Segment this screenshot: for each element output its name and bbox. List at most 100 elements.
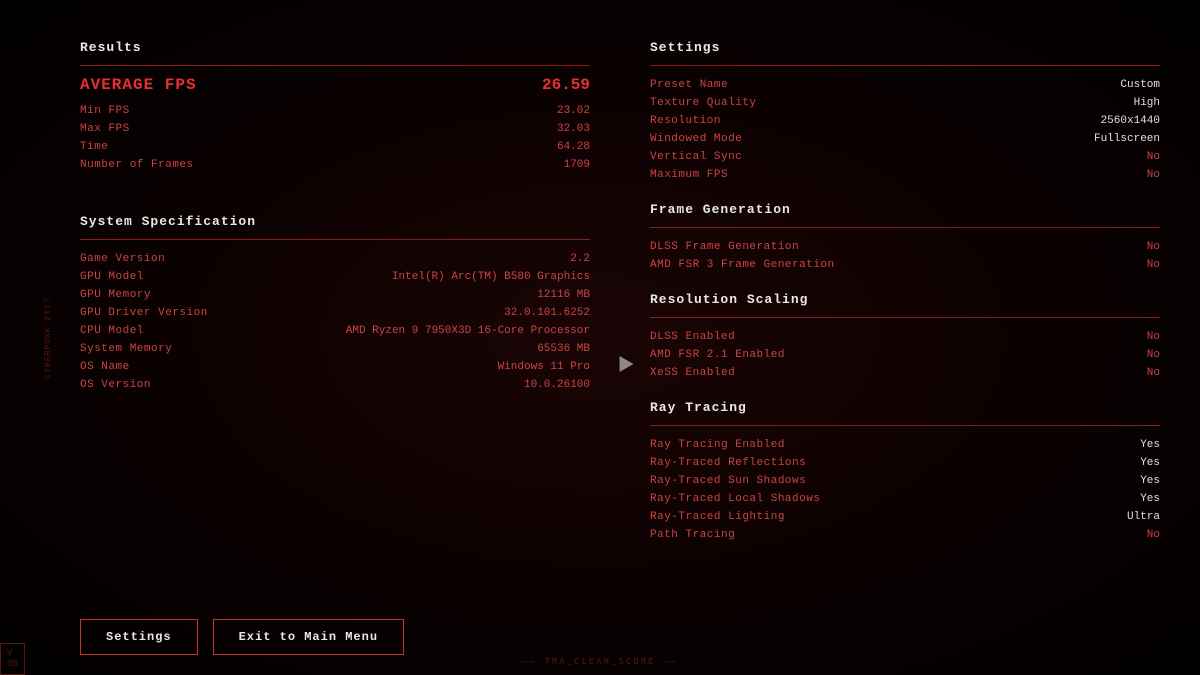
settings-label: Ray Tracing Enabled — [650, 439, 785, 451]
settings-label: Windowed Mode — [650, 133, 742, 145]
exit-button[interactable]: Exit to Main Menu — [213, 619, 404, 655]
settings-value: No — [1147, 241, 1160, 253]
settings-row: Preset Name Custom — [650, 76, 1160, 94]
spec-label: GPU Model — [80, 271, 144, 283]
spec-row: Game Version 2.2 — [80, 250, 590, 268]
spec-label: CPU Model — [80, 325, 144, 337]
settings-value: 2560x1440 — [1101, 115, 1160, 127]
frame-gen-container: DLSS Frame GenerationNoAMD FSR 3 Frame G… — [650, 238, 1160, 274]
spec-value: Intel(R) Arc(TM) B580 Graphics — [392, 271, 590, 283]
settings-value: Ultra — [1127, 511, 1160, 523]
spec-value: 10.0.26100 — [524, 379, 590, 391]
settings-label: AMD FSR 2.1 Enabled — [650, 349, 785, 361]
res-scaling-group: Resolution Scaling DLSS EnabledNoAMD FSR… — [650, 282, 1160, 382]
main-container: Results Average FPS 26.59 Min FPS23.02Ma… — [0, 0, 1200, 675]
settings-value: No — [1147, 331, 1160, 343]
settings-label: Vertical Sync — [650, 151, 742, 163]
stat-label: Time — [80, 141, 108, 153]
stat-row: Min FPS23.02 — [80, 102, 590, 120]
settings-label: Texture Quality — [650, 97, 757, 109]
spec-label: OS Name — [80, 361, 130, 373]
ray-tracing-group: Ray Tracing Ray Tracing EnabledYesRay-Tr… — [650, 390, 1160, 544]
results-section: Results Average FPS 26.59 Min FPS23.02Ma… — [80, 30, 590, 174]
settings-label: DLSS Enabled — [650, 331, 735, 343]
ray-tracing-container: Ray Tracing EnabledYesRay-Traced Reflect… — [650, 436, 1160, 544]
settings-value: No — [1147, 367, 1160, 379]
frame-gen-row: AMD FSR 3 Frame GenerationNo — [650, 256, 1160, 274]
spec-value: 12116 MB — [537, 289, 590, 301]
average-fps-value: 26.59 — [542, 76, 590, 94]
settings-row: Maximum FPS No — [650, 166, 1160, 184]
ray-tracing-row: Path TracingNo — [650, 526, 1160, 544]
settings-value: No — [1147, 169, 1160, 181]
spec-label: GPU Driver Version — [80, 307, 208, 319]
spec-label: System Memory — [80, 343, 172, 355]
settings-value: Yes — [1140, 457, 1160, 469]
settings-row: Vertical Sync No — [650, 148, 1160, 166]
settings-label: XeSS Enabled — [650, 367, 735, 379]
stat-row: Max FPS 32.03 — [80, 120, 590, 138]
settings-button[interactable]: Settings — [80, 619, 198, 655]
settings-row: Windowed ModeFullscreen — [650, 130, 1160, 148]
settings-value: No — [1147, 151, 1160, 163]
spec-row: CPU Model AMD Ryzen 9 7950X3D 16-Core Pro… — [80, 322, 590, 340]
settings-container: Preset Name Custom Texture Quality High Reso… — [650, 76, 1160, 184]
settings-main-group: Settings Preset NameCustomTexture Qualit… — [650, 30, 1160, 184]
stats-container: Min FPS23.02 Max FPS 32.03 Time 64.28 Number … — [80, 102, 590, 174]
average-fps-label: Average FPS — [80, 76, 197, 94]
stat-value: 64.28 — [557, 141, 590, 153]
settings-label: Ray-Traced Sun Shadows — [650, 475, 806, 487]
spec-row: GPU Driver Version 32.0.101.6252 — [80, 304, 590, 322]
spec-value: Windows 11 Pro — [498, 361, 590, 373]
spec-label: OS Version — [80, 379, 151, 391]
right-panel: Settings Preset NameCustomTexture Qualit… — [650, 30, 1160, 655]
settings-label: Maximum FPS — [650, 169, 728, 181]
spec-label: Game Version — [80, 253, 165, 265]
stat-row: Time 64.28 — [80, 138, 590, 156]
settings-value: Custom — [1120, 79, 1160, 91]
ray-tracing-header: Ray Tracing — [650, 400, 1160, 415]
spec-value: AMD Ryzen 9 7950X3D 16-Core Processor — [346, 325, 590, 337]
settings-value: No — [1147, 349, 1160, 361]
frame-gen-row: DLSS Frame Generation No — [650, 238, 1160, 256]
ray-tracing-row: Ray-Traced Reflections Yes — [650, 454, 1160, 472]
settings-label: Ray-Traced Local Shadows — [650, 493, 820, 505]
average-fps-row: Average FPS 26.59 — [80, 76, 590, 94]
settings-label: DLSS Frame Generation — [650, 241, 799, 253]
left-panel: Results Average FPS 26.59 Min FPS23.02Ma… — [80, 30, 590, 655]
settings-value: Yes — [1140, 493, 1160, 505]
ray-tracing-row: Ray-Traced Lighting Ultra — [650, 508, 1160, 526]
spec-label: GPU Memory — [80, 289, 151, 301]
stat-label: Number of Frames — [80, 159, 194, 171]
settings-value: Yes — [1140, 475, 1160, 487]
ray-tracing-row: Ray Tracing EnabledYes — [650, 436, 1160, 454]
results-header: Results — [80, 40, 590, 55]
spec-section: System Specification Game Version2.2GPU … — [80, 204, 590, 394]
settings-value: No — [1147, 259, 1160, 271]
settings-value: High — [1134, 97, 1160, 109]
buttons-row: Settings Exit to Main Menu — [80, 599, 590, 655]
res-scaling-container: DLSS EnabledNoAMD FSR 2.1 EnabledNoXeSS … — [650, 328, 1160, 382]
settings-value: No — [1147, 529, 1160, 541]
specs-container: Game Version 2.2 GPU Model Intel(R) Arc(TM)… — [80, 250, 590, 394]
res-scaling-header: Resolution Scaling — [650, 292, 1160, 307]
spec-value: 65536 MB — [537, 343, 590, 355]
res-scaling-row: AMD FSR 2.1 Enabled No — [650, 346, 1160, 364]
settings-row: Texture Quality High — [650, 94, 1160, 112]
stat-row: Number of Frames1709 — [80, 156, 590, 174]
ray-tracing-row: Ray-Traced Sun Shadows Yes — [650, 472, 1160, 490]
settings-label: Preset Name — [650, 79, 728, 91]
settings-label: Resolution — [650, 115, 721, 127]
settings-row: Resolution 2560x1440 — [650, 112, 1160, 130]
spec-row: OS Version 10.0.26100 — [80, 376, 590, 394]
settings-label: Ray-Traced Reflections — [650, 457, 806, 469]
frame-gen-group: Frame Generation DLSS Frame GenerationNo… — [650, 192, 1160, 274]
ray-tracing-row: Ray-Traced Local Shadows Yes — [650, 490, 1160, 508]
res-scaling-row: XeSS Enabled No — [650, 364, 1160, 382]
spec-value: 2.2 — [570, 253, 590, 265]
stat-label: Max FPS — [80, 123, 130, 135]
settings-label: Ray-Traced Lighting — [650, 511, 785, 523]
stat-value: 32.03 — [557, 123, 590, 135]
stat-label: Min FPS — [80, 105, 130, 117]
spec-value: 32.0.101.6252 — [504, 307, 590, 319]
